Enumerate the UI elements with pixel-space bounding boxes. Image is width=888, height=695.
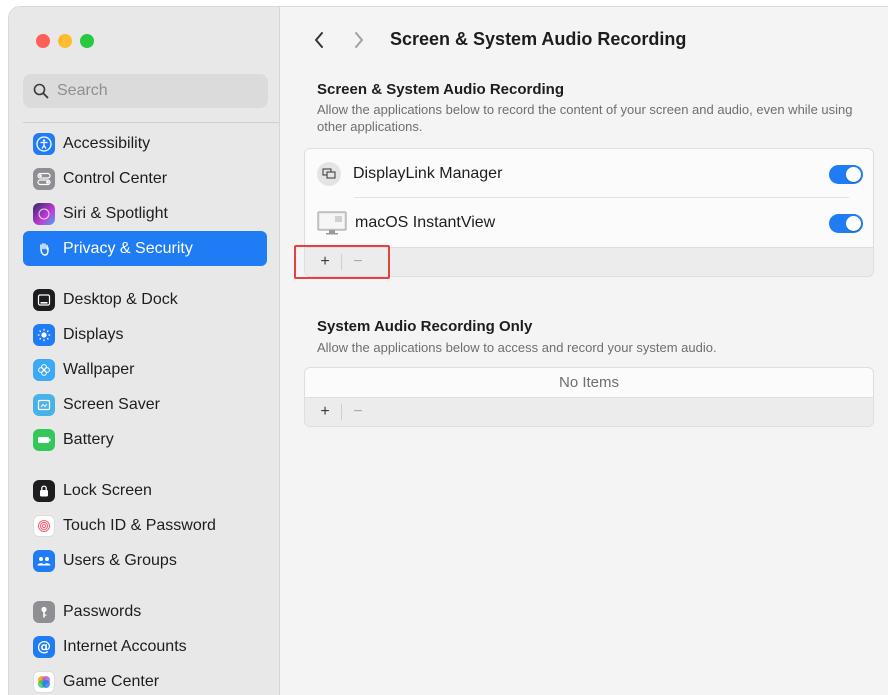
accessibility-icon xyxy=(33,132,55,155)
sidebar-item-label: Control Center xyxy=(63,169,168,187)
sidebar-item-label: Internet Accounts xyxy=(63,637,187,655)
sidebar-item-wallpaper[interactable]: Wallpaper xyxy=(23,352,267,387)
remove-app-button[interactable]: − xyxy=(348,403,368,421)
add-app-button[interactable]: + xyxy=(315,403,335,421)
sidebar-item-game-center[interactable]: Game Center xyxy=(23,664,267,695)
app-label: DisplayLink Manager xyxy=(353,164,503,182)
traffic-lights xyxy=(36,34,94,48)
screen-saver-icon xyxy=(33,393,55,416)
hand-icon xyxy=(33,237,55,260)
instantview-permission-toggle[interactable] xyxy=(829,214,863,233)
search-placeholder: Search xyxy=(57,82,108,99)
sidebar-divider xyxy=(23,122,279,123)
sidebar-item-label: Siri & Spotlight xyxy=(63,204,168,222)
instantview-icon xyxy=(317,211,347,235)
sidebar-item-screen-saver[interactable]: Screen Saver xyxy=(23,387,267,422)
fingerprint-icon xyxy=(33,514,55,537)
key-icon xyxy=(33,600,55,623)
sidebar: Search Accessibility Control Center Siri… xyxy=(9,7,280,695)
toggle-knob xyxy=(846,216,861,231)
page-title: Screen & System Audio Recording xyxy=(390,29,687,49)
section-description-audio-recording: Allow the applications below to access a… xyxy=(317,340,717,355)
section-description-screen-recording: Allow the applications below to record t… xyxy=(317,102,853,134)
displaylink-icon xyxy=(317,161,341,186)
toolbar: Screen & System Audio Recording xyxy=(308,29,686,50)
app-row-instantview: macOS InstantView xyxy=(305,198,873,247)
app-row-displaylink: DisplayLink Manager xyxy=(305,149,873,198)
section-title-screen-recording: Screen & System Audio Recording xyxy=(317,81,565,98)
sidebar-item-privacy-security[interactable]: Privacy & Security xyxy=(23,231,267,266)
toggle-knob xyxy=(846,167,861,182)
sidebar-nav: Accessibility Control Center Siri & Spot… xyxy=(23,126,267,695)
sidebar-item-control-center[interactable]: Control Center xyxy=(23,161,267,196)
sidebar-item-accessibility[interactable]: Accessibility xyxy=(23,126,267,161)
sidebar-item-label: Game Center xyxy=(63,672,160,690)
sidebar-item-lock-screen[interactable]: Lock Screen xyxy=(23,473,267,508)
sidebar-item-label: Privacy & Security xyxy=(63,239,193,257)
audio-recording-app-list: No Items + − xyxy=(304,367,874,427)
sidebar-item-internet-accounts[interactable]: @ Internet Accounts xyxy=(23,629,267,664)
sidebar-item-label: Desktop & Dock xyxy=(63,290,178,308)
zoom-window-button[interactable] xyxy=(80,34,94,48)
search-icon xyxy=(33,83,49,99)
displaylink-permission-toggle[interactable] xyxy=(829,165,863,184)
back-button[interactable] xyxy=(308,31,330,49)
sidebar-item-label: Screen Saver xyxy=(63,395,160,413)
sidebar-item-users-groups[interactable]: Users & Groups xyxy=(23,543,267,578)
users-icon xyxy=(33,549,55,572)
main-pane: Screen & System Audio Recording Screen &… xyxy=(280,7,888,695)
sidebar-item-label: Passwords xyxy=(63,602,142,620)
section-title-audio-recording: System Audio Recording Only xyxy=(317,318,533,335)
settings-window: Search Accessibility Control Center Siri… xyxy=(8,6,888,695)
forward-button[interactable] xyxy=(348,31,370,49)
sidebar-item-label: Users & Groups xyxy=(63,551,177,569)
empty-list-label: No Items xyxy=(558,374,619,391)
sidebar-item-label: Accessibility xyxy=(63,134,151,152)
wallpaper-icon xyxy=(33,358,55,381)
battery-icon xyxy=(33,428,55,451)
app-label: macOS InstantView xyxy=(355,213,496,231)
chevron-right-icon xyxy=(355,31,363,48)
lock-icon xyxy=(33,479,55,502)
sidebar-item-label: Displays xyxy=(63,325,124,343)
sidebar-item-displays[interactable]: Displays xyxy=(23,317,267,352)
sidebar-item-label: Wallpaper xyxy=(63,360,135,378)
sidebar-item-battery[interactable]: Battery xyxy=(23,422,267,457)
sidebar-item-touch-id-password[interactable]: Touch ID & Password xyxy=(23,508,267,543)
at-icon: @ xyxy=(33,635,55,658)
audio-recording-list-footer: + − xyxy=(305,397,873,426)
search-input[interactable]: Search xyxy=(23,74,268,108)
brightness-icon xyxy=(33,323,55,346)
control-center-icon xyxy=(33,167,55,190)
close-window-button[interactable] xyxy=(36,34,50,48)
sidebar-item-label: Battery xyxy=(63,430,114,448)
button-separator xyxy=(341,404,342,420)
sidebar-item-siri-spotlight[interactable]: Siri & Spotlight xyxy=(23,196,267,231)
sidebar-item-label: Touch ID & Password xyxy=(63,516,216,534)
game-center-icon xyxy=(33,670,55,693)
screen-recording-list-footer: + − xyxy=(305,247,873,276)
highlight-box xyxy=(294,245,390,279)
dock-icon xyxy=(33,288,55,311)
siri-icon xyxy=(33,202,55,225)
sidebar-item-desktop-dock[interactable]: Desktop & Dock xyxy=(23,282,267,317)
sidebar-item-passwords[interactable]: Passwords xyxy=(23,594,267,629)
sidebar-item-label: Lock Screen xyxy=(63,481,152,499)
minimize-window-button[interactable] xyxy=(58,34,72,48)
chevron-left-icon xyxy=(315,31,323,48)
